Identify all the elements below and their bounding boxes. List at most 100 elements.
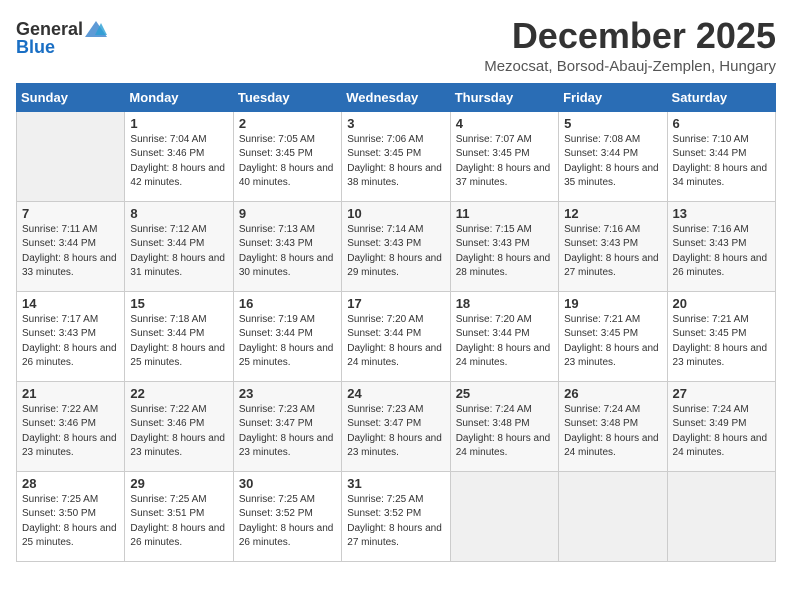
day-number: 9 bbox=[239, 206, 336, 221]
cell-info: Sunrise: 7:25 AMSunset: 3:50 PMDaylight:… bbox=[22, 493, 119, 551]
day-header-tuesday: Tuesday bbox=[233, 83, 341, 111]
cell-info: Sunrise: 7:17 AMSunset: 3:43 PMDaylight:… bbox=[22, 313, 119, 371]
cell-info: Sunrise: 7:05 AMSunset: 3:45 PMDaylight:… bbox=[239, 133, 336, 191]
day-number: 23 bbox=[239, 386, 336, 401]
week-row-4: 28 Sunrise: 7:25 AMSunset: 3:50 PMDaylig… bbox=[17, 471, 776, 561]
cell-info: Sunrise: 7:18 AMSunset: 3:44 PMDaylight:… bbox=[130, 313, 227, 371]
calendar-cell: 4 Sunrise: 7:07 AMSunset: 3:45 PMDayligh… bbox=[450, 111, 558, 201]
title-block: December 2025 Mezocsat, Borsod-Abauj-Zem… bbox=[484, 16, 776, 75]
day-number: 14 bbox=[22, 296, 119, 311]
logo-general: General bbox=[16, 20, 83, 38]
calendar-cell: 22 Sunrise: 7:22 AMSunset: 3:46 PMDaylig… bbox=[125, 381, 233, 471]
calendar-cell: 12 Sunrise: 7:16 AMSunset: 3:43 PMDaylig… bbox=[559, 201, 667, 291]
day-header-saturday: Saturday bbox=[667, 83, 775, 111]
week-row-3: 21 Sunrise: 7:22 AMSunset: 3:46 PMDaylig… bbox=[17, 381, 776, 471]
cell-info: Sunrise: 7:13 AMSunset: 3:43 PMDaylight:… bbox=[239, 223, 336, 281]
day-number: 10 bbox=[347, 206, 444, 221]
day-number: 12 bbox=[564, 206, 661, 221]
day-number: 3 bbox=[347, 116, 444, 131]
calendar-cell: 18 Sunrise: 7:20 AMSunset: 3:44 PMDaylig… bbox=[450, 291, 558, 381]
day-number: 4 bbox=[456, 116, 553, 131]
cell-info: Sunrise: 7:16 AMSunset: 3:43 PMDaylight:… bbox=[673, 223, 770, 281]
cell-info: Sunrise: 7:22 AMSunset: 3:46 PMDaylight:… bbox=[22, 403, 119, 461]
day-number: 8 bbox=[130, 206, 227, 221]
calendar-cell: 17 Sunrise: 7:20 AMSunset: 3:44 PMDaylig… bbox=[342, 291, 450, 381]
cell-info: Sunrise: 7:24 AMSunset: 3:48 PMDaylight:… bbox=[564, 403, 661, 461]
calendar-cell bbox=[450, 471, 558, 561]
calendar-cell: 23 Sunrise: 7:23 AMSunset: 3:47 PMDaylig… bbox=[233, 381, 341, 471]
day-number: 1 bbox=[130, 116, 227, 131]
cell-info: Sunrise: 7:06 AMSunset: 3:45 PMDaylight:… bbox=[347, 133, 444, 191]
calendar-cell: 14 Sunrise: 7:17 AMSunset: 3:43 PMDaylig… bbox=[17, 291, 125, 381]
calendar-cell: 15 Sunrise: 7:18 AMSunset: 3:44 PMDaylig… bbox=[125, 291, 233, 381]
day-number: 27 bbox=[673, 386, 770, 401]
logo-icon bbox=[85, 21, 107, 37]
calendar-cell: 13 Sunrise: 7:16 AMSunset: 3:43 PMDaylig… bbox=[667, 201, 775, 291]
day-number: 22 bbox=[130, 386, 227, 401]
day-number: 25 bbox=[456, 386, 553, 401]
calendar-cell: 24 Sunrise: 7:23 AMSunset: 3:47 PMDaylig… bbox=[342, 381, 450, 471]
calendar-cell bbox=[17, 111, 125, 201]
week-row-0: 1 Sunrise: 7:04 AMSunset: 3:46 PMDayligh… bbox=[17, 111, 776, 201]
calendar-cell: 10 Sunrise: 7:14 AMSunset: 3:43 PMDaylig… bbox=[342, 201, 450, 291]
calendar-cell: 2 Sunrise: 7:05 AMSunset: 3:45 PMDayligh… bbox=[233, 111, 341, 201]
day-header-thursday: Thursday bbox=[450, 83, 558, 111]
day-number: 7 bbox=[22, 206, 119, 221]
cell-info: Sunrise: 7:21 AMSunset: 3:45 PMDaylight:… bbox=[673, 313, 770, 371]
location-title: Mezocsat, Borsod-Abauj-Zemplen, Hungary bbox=[484, 58, 776, 75]
calendar-cell: 30 Sunrise: 7:25 AMSunset: 3:52 PMDaylig… bbox=[233, 471, 341, 561]
calendar-cell: 8 Sunrise: 7:12 AMSunset: 3:44 PMDayligh… bbox=[125, 201, 233, 291]
week-row-2: 14 Sunrise: 7:17 AMSunset: 3:43 PMDaylig… bbox=[17, 291, 776, 381]
calendar-cell bbox=[559, 471, 667, 561]
cell-info: Sunrise: 7:15 AMSunset: 3:43 PMDaylight:… bbox=[456, 223, 553, 281]
day-number: 6 bbox=[673, 116, 770, 131]
cell-info: Sunrise: 7:14 AMSunset: 3:43 PMDaylight:… bbox=[347, 223, 444, 281]
cell-info: Sunrise: 7:23 AMSunset: 3:47 PMDaylight:… bbox=[347, 403, 444, 461]
day-header-sunday: Sunday bbox=[17, 83, 125, 111]
calendar-cell: 6 Sunrise: 7:10 AMSunset: 3:44 PMDayligh… bbox=[667, 111, 775, 201]
day-header-monday: Monday bbox=[125, 83, 233, 111]
calendar-cell: 20 Sunrise: 7:21 AMSunset: 3:45 PMDaylig… bbox=[667, 291, 775, 381]
day-number: 13 bbox=[673, 206, 770, 221]
day-number: 26 bbox=[564, 386, 661, 401]
header-row: SundayMondayTuesdayWednesdayThursdayFrid… bbox=[17, 83, 776, 111]
calendar-cell bbox=[667, 471, 775, 561]
logo-blue: Blue bbox=[16, 38, 55, 56]
day-number: 31 bbox=[347, 476, 444, 491]
day-number: 17 bbox=[347, 296, 444, 311]
week-row-1: 7 Sunrise: 7:11 AMSunset: 3:44 PMDayligh… bbox=[17, 201, 776, 291]
day-number: 29 bbox=[130, 476, 227, 491]
calendar-cell: 21 Sunrise: 7:22 AMSunset: 3:46 PMDaylig… bbox=[17, 381, 125, 471]
calendar-cell: 26 Sunrise: 7:24 AMSunset: 3:48 PMDaylig… bbox=[559, 381, 667, 471]
cell-info: Sunrise: 7:07 AMSunset: 3:45 PMDaylight:… bbox=[456, 133, 553, 191]
cell-info: Sunrise: 7:20 AMSunset: 3:44 PMDaylight:… bbox=[347, 313, 444, 371]
day-number: 18 bbox=[456, 296, 553, 311]
day-number: 28 bbox=[22, 476, 119, 491]
day-number: 24 bbox=[347, 386, 444, 401]
calendar-cell: 31 Sunrise: 7:25 AMSunset: 3:52 PMDaylig… bbox=[342, 471, 450, 561]
calendar-cell: 28 Sunrise: 7:25 AMSunset: 3:50 PMDaylig… bbox=[17, 471, 125, 561]
day-header-friday: Friday bbox=[559, 83, 667, 111]
cell-info: Sunrise: 7:19 AMSunset: 3:44 PMDaylight:… bbox=[239, 313, 336, 371]
calendar-cell: 19 Sunrise: 7:21 AMSunset: 3:45 PMDaylig… bbox=[559, 291, 667, 381]
day-number: 15 bbox=[130, 296, 227, 311]
page-header: General Blue December 2025 Mezocsat, Bor… bbox=[16, 16, 776, 75]
cell-info: Sunrise: 7:08 AMSunset: 3:44 PMDaylight:… bbox=[564, 133, 661, 191]
cell-info: Sunrise: 7:24 AMSunset: 3:49 PMDaylight:… bbox=[673, 403, 770, 461]
month-title: December 2025 bbox=[484, 16, 776, 56]
cell-info: Sunrise: 7:24 AMSunset: 3:48 PMDaylight:… bbox=[456, 403, 553, 461]
cell-info: Sunrise: 7:04 AMSunset: 3:46 PMDaylight:… bbox=[130, 133, 227, 191]
cell-info: Sunrise: 7:25 AMSunset: 3:52 PMDaylight:… bbox=[239, 493, 336, 551]
calendar-cell: 5 Sunrise: 7:08 AMSunset: 3:44 PMDayligh… bbox=[559, 111, 667, 201]
calendar-cell: 9 Sunrise: 7:13 AMSunset: 3:43 PMDayligh… bbox=[233, 201, 341, 291]
cell-info: Sunrise: 7:22 AMSunset: 3:46 PMDaylight:… bbox=[130, 403, 227, 461]
cell-info: Sunrise: 7:21 AMSunset: 3:45 PMDaylight:… bbox=[564, 313, 661, 371]
day-number: 16 bbox=[239, 296, 336, 311]
day-number: 30 bbox=[239, 476, 336, 491]
calendar-cell: 7 Sunrise: 7:11 AMSunset: 3:44 PMDayligh… bbox=[17, 201, 125, 291]
calendar-cell: 1 Sunrise: 7:04 AMSunset: 3:46 PMDayligh… bbox=[125, 111, 233, 201]
day-number: 20 bbox=[673, 296, 770, 311]
cell-info: Sunrise: 7:12 AMSunset: 3:44 PMDaylight:… bbox=[130, 223, 227, 281]
cell-info: Sunrise: 7:25 AMSunset: 3:51 PMDaylight:… bbox=[130, 493, 227, 551]
logo: General Blue bbox=[16, 20, 107, 56]
